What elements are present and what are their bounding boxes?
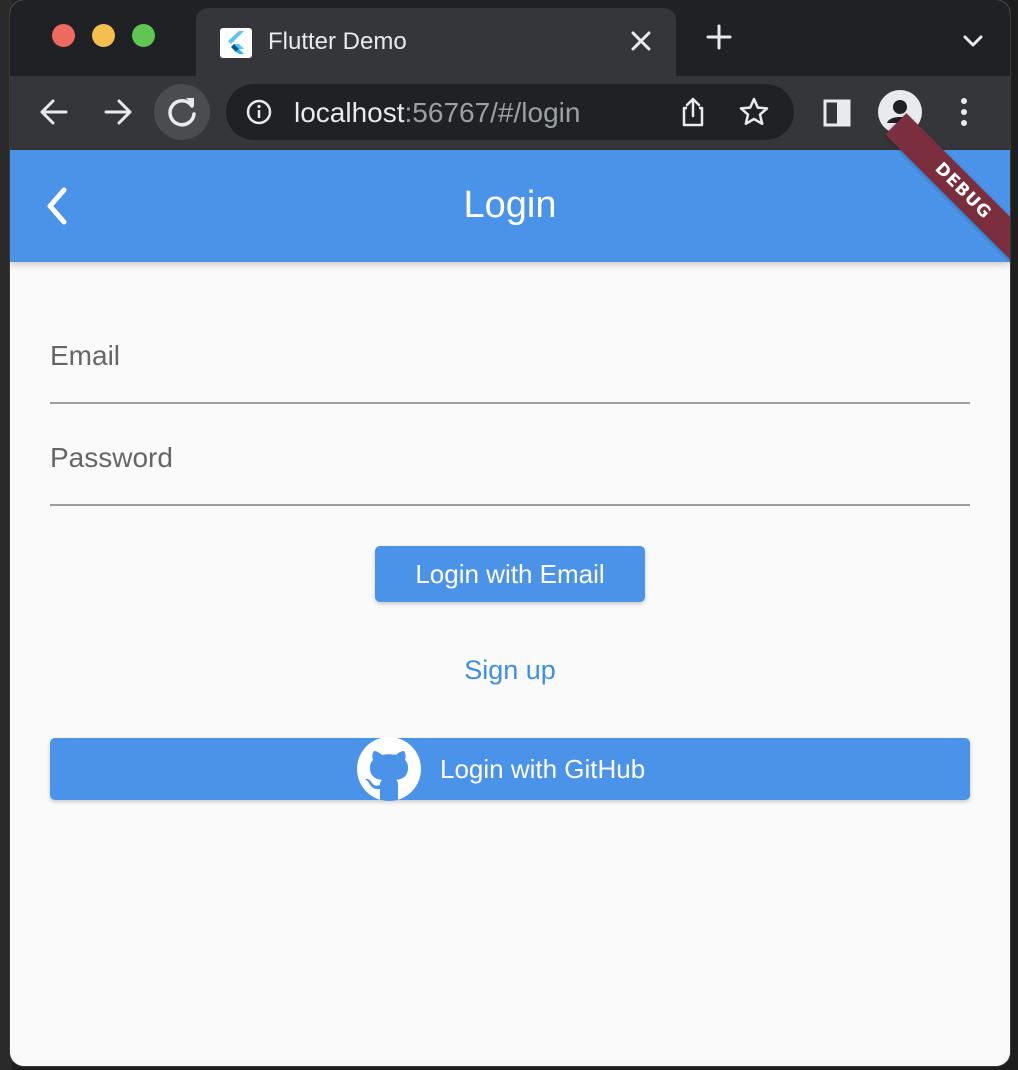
login-with-github-button[interactable]: Login with GitHub: [50, 737, 970, 801]
more-menu-icon[interactable]: [954, 96, 974, 128]
login-with-email-button[interactable]: Login with Email: [375, 546, 645, 602]
email-field[interactable]: [50, 314, 970, 404]
tab-flutter-demo[interactable]: Flutter Demo: [196, 8, 676, 76]
forward-icon[interactable]: [90, 84, 146, 140]
page-title: Login: [463, 184, 557, 226]
password-input[interactable]: [50, 436, 970, 480]
url-text: localhost:56767/#/login: [294, 97, 580, 129]
app-viewport: Login DEBUG Login with Email Sign up: [10, 113, 1010, 1066]
close-window-button[interactable]: [52, 24, 75, 47]
maximize-window-button[interactable]: [132, 24, 155, 47]
password-field[interactable]: [50, 416, 970, 506]
login-with-github-label: Login with GitHub: [440, 754, 646, 784]
github-icon: [357, 737, 421, 801]
app-bar: Login DEBUG: [10, 113, 1010, 269]
info-icon[interactable]: [246, 99, 272, 125]
flutter-icon: [220, 28, 252, 58]
share-icon[interactable]: [678, 96, 708, 128]
sign-up-link[interactable]: Sign up: [410, 650, 610, 690]
back-icon[interactable]: [26, 84, 82, 140]
url-path: :56767/#/login: [404, 97, 581, 128]
reload-icon[interactable]: [154, 84, 210, 140]
close-tab-icon[interactable]: [628, 28, 654, 56]
new-tab-icon[interactable]: [704, 22, 734, 52]
email-input[interactable]: [50, 334, 970, 378]
minimize-window-button[interactable]: [92, 24, 115, 47]
side-panel-icon[interactable]: [822, 98, 852, 128]
tab-strip: Flutter Demo: [10, 0, 1010, 76]
url-host: localhost: [294, 97, 405, 128]
bookmark-star-icon[interactable]: [738, 96, 770, 128]
browser-toolbar: localhost:56767/#/login: [10, 76, 1010, 150]
address-bar[interactable]: localhost:56767/#/login: [226, 84, 794, 140]
browser-window: Flutter Demo localhost:56767/#/login Log…: [10, 0, 1010, 1066]
chevron-down-icon[interactable]: [962, 30, 984, 52]
tab-title: Flutter Demo: [268, 28, 407, 55]
